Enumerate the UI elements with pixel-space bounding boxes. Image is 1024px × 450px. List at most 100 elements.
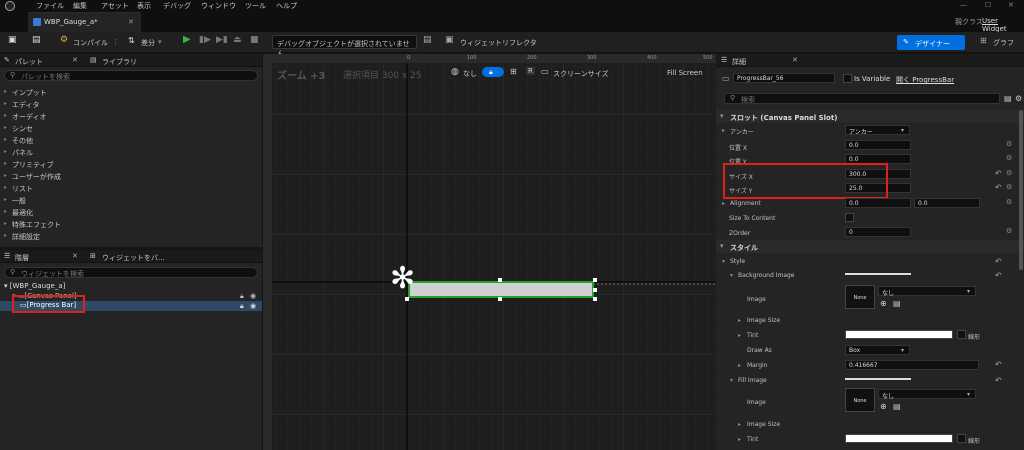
unreal-logo-icon[interactable]	[5, 1, 15, 11]
image-asset-dropdown[interactable]: なし ▾	[878, 286, 976, 297]
palette-search-input[interactable]: ⚲ パレットを検索	[4, 70, 258, 81]
play-icon[interactable]: ▶	[183, 34, 195, 46]
resize-handle[interactable]	[405, 297, 409, 301]
expand-arrow-icon[interactable]: ▾	[722, 258, 725, 265]
reset-arrow-icon[interactable]: ↶	[995, 271, 1002, 280]
details-tab[interactable]: 詳細	[732, 57, 746, 67]
palette-category[interactable]: プリミティブ	[0, 158, 262, 170]
maximize-icon[interactable]: ☐	[985, 1, 991, 9]
compile-options-icon[interactable]: ⋮	[112, 38, 119, 46]
designer-canvas[interactable]: 0 100 200 300 400 500 ズーム +3 選択項目 300 x …	[263, 54, 716, 450]
reset-arrow-icon[interactable]: ↶	[995, 360, 1002, 369]
menu-asset[interactable]: アセット	[101, 1, 129, 11]
diff-button[interactable]: 差分	[141, 38, 155, 48]
screen-size-dropdown[interactable]: スクリーンサイズ	[553, 69, 608, 79]
save-icon[interactable]: ▣	[8, 35, 20, 47]
widget-name-input[interactable]: ProgressBar_56	[733, 73, 835, 83]
lock-icon[interactable]: 🔒︎	[240, 302, 244, 311]
lock-toggle[interactable]: 🔒︎	[482, 67, 504, 77]
widget-reflector-icon[interactable]: ▣	[445, 35, 457, 47]
palette-close-icon[interactable]: ✕	[72, 56, 78, 64]
diff-dropdown-icon[interactable]: ▾	[158, 38, 162, 46]
open-progressbar-link[interactable]: 開く ProgressBar	[896, 75, 954, 85]
browse-asset-icon[interactable]: ▤	[893, 299, 901, 308]
browse-asset-icon[interactable]: ▤	[893, 402, 901, 411]
use-selected-icon[interactable]: ⊕	[880, 299, 887, 308]
reset-arrow-icon[interactable]: ↶	[995, 257, 1002, 266]
property-options-icon[interactable]: ⚙	[1006, 198, 1012, 206]
resize-handle[interactable]	[593, 288, 597, 292]
palette-category[interactable]: ユーザーが作成	[0, 170, 262, 182]
image-thumbnail[interactable]: None	[845, 285, 875, 309]
zorder-input[interactable]: 0	[845, 227, 911, 237]
margin-input[interactable]: 0.416667	[845, 360, 979, 370]
graph-button[interactable]: グラフ	[993, 38, 1014, 48]
alignment-x-input[interactable]: 0.0	[845, 198, 911, 208]
reset-arrow-icon[interactable]: ↶	[995, 183, 1002, 192]
tint-linear-checkbox[interactable]	[957, 330, 966, 339]
anchor-flower-icon[interactable]: ✻	[390, 264, 415, 294]
use-selected-icon[interactable]: ⊕	[880, 402, 887, 411]
palette-category[interactable]: 特殊エフェクト	[0, 218, 262, 230]
library-tab[interactable]: ライブラリ	[102, 57, 137, 67]
palette-category[interactable]: エディタ	[0, 98, 262, 110]
compile-icon[interactable]: ⚙	[60, 35, 72, 47]
alignment-y-input[interactable]: 0.0	[914, 198, 980, 208]
is-variable-checkbox[interactable]	[843, 74, 852, 83]
property-options-icon[interactable]: ⚙	[1006, 169, 1012, 177]
menu-tools[interactable]: ツール	[245, 1, 266, 11]
expand-arrow-icon[interactable]: ▸	[738, 317, 741, 324]
reset-arrow-icon[interactable]: ↶	[995, 376, 1002, 385]
menu-file[interactable]: ファイル	[36, 1, 64, 11]
progress-bar-preview[interactable]	[408, 281, 594, 298]
expand-arrow-icon[interactable]: ▸	[738, 436, 741, 443]
visibility-icon[interactable]: ◉	[250, 292, 256, 300]
resize-handle[interactable]	[593, 278, 597, 282]
palette-category[interactable]: その他	[0, 134, 262, 146]
fill-tint-color-swatch[interactable]	[845, 434, 953, 443]
visibility-icon[interactable]: ◉	[250, 302, 256, 310]
settings-icon[interactable]: ⚙	[1015, 94, 1022, 103]
step-icon[interactable]: ▶▮	[216, 35, 228, 47]
property-options-icon[interactable]: ⚙	[1006, 154, 1012, 162]
pause-icon[interactable]: ▮▶	[199, 35, 211, 47]
fill-tint-linear-checkbox[interactable]	[957, 434, 966, 443]
expand-arrow-icon[interactable]: ▾	[730, 272, 733, 279]
bind-widgets-tab[interactable]: ウィジェットをバ...	[102, 253, 165, 263]
menu-view[interactable]: 表示	[137, 1, 151, 11]
palette-tab[interactable]: パレット	[15, 57, 43, 67]
palette-category[interactable]: 詳細設定	[0, 230, 262, 242]
grid-snap-icon[interactable]: ⊞	[510, 67, 517, 76]
close-tab-icon[interactable]: ✕	[128, 18, 134, 26]
stop-icon[interactable]: ■	[250, 35, 262, 47]
palette-category[interactable]: 一般	[0, 194, 262, 206]
style-section-header[interactable]: スタイル	[716, 240, 1024, 253]
graph-icon[interactable]: ⊞	[980, 36, 992, 48]
property-options-icon[interactable]: ⚙	[1006, 227, 1012, 235]
globe-icon[interactable]: ◍	[451, 67, 459, 77]
details-scrollbar[interactable]	[1019, 110, 1023, 270]
expand-arrow-icon[interactable]: ▸	[738, 332, 741, 339]
reset-arrow-icon[interactable]: ↶	[995, 169, 1002, 178]
hierarchy-search-input[interactable]: ⚲ ウィジェットを検索	[4, 267, 258, 278]
palette-category[interactable]: パネル	[0, 146, 262, 158]
compile-button[interactable]: コンパイル	[73, 38, 108, 48]
debug-object-select[interactable]: デバッグオブジェクトが選択されていません	[272, 35, 417, 58]
lock-icon[interactable]: 🔒︎	[240, 292, 244, 301]
tint-color-swatch[interactable]	[845, 330, 953, 339]
palette-category[interactable]: インプット	[0, 86, 262, 98]
menu-edit[interactable]: 編集	[73, 1, 87, 11]
browse-icon[interactable]: ▤	[32, 35, 44, 47]
designer-button[interactable]: ✎ デザイナー	[897, 35, 965, 50]
eject-icon[interactable]: ⏏	[233, 35, 245, 47]
hierarchy-tab[interactable]: 階層	[15, 253, 29, 263]
parent-class-link[interactable]: User Widget	[982, 17, 1024, 33]
fill-image-thumbnail[interactable]: None	[845, 388, 875, 412]
tree-root[interactable]: ▾ [WBP_Gauge_a]	[4, 282, 65, 290]
resize-handle[interactable]	[498, 278, 502, 282]
palette-category[interactable]: 最適化	[0, 206, 262, 218]
details-close-icon[interactable]: ✕	[792, 56, 798, 64]
minimize-icon[interactable]: —	[960, 1, 967, 9]
size-to-content-checkbox[interactable]	[845, 213, 854, 222]
palette-category[interactable]: リスト	[0, 182, 262, 194]
